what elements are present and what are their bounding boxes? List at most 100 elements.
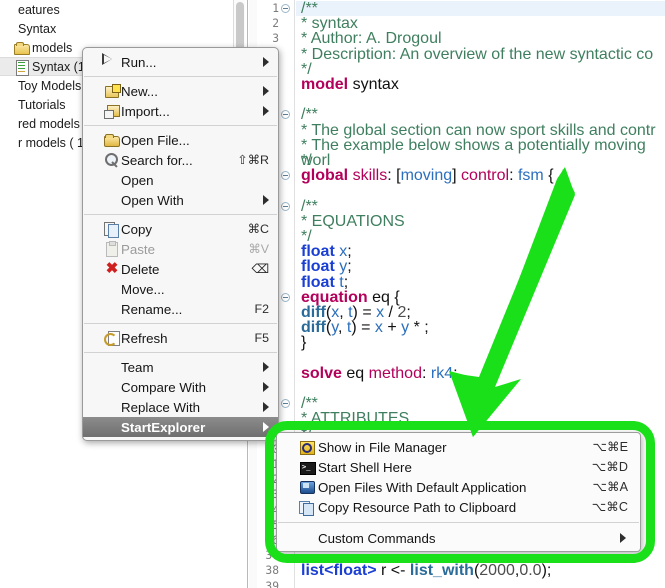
menu-item-shortcut: ⇧⌘R <box>237 153 269 167</box>
code-line[interactable]: solve eq method: rk4; <box>301 364 458 382</box>
navigator-item-label: eatures <box>18 2 60 17</box>
code-line[interactable]: } <box>301 334 307 352</box>
menu-item-search-for[interactable]: Search for... ⇧⌘R <box>83 150 278 170</box>
code-line[interactable]: */ <box>301 229 312 245</box>
chevron-right-icon <box>263 402 269 412</box>
fold-toggle-icon[interactable] <box>281 110 290 120</box>
chevron-right-icon <box>263 382 269 392</box>
import-icon <box>104 103 120 119</box>
code-line[interactable]: */ <box>301 153 312 169</box>
code-line[interactable]: */ <box>301 61 312 77</box>
code-token: 0.0 <box>519 562 542 580</box>
line-number: 34 <box>265 503 279 517</box>
startexplorer-submenu[interactable]: Show in File Manager ⌥⌘E >_ Start Shell Her… <box>276 432 641 552</box>
code-line[interactable]: * Description: An overview of the new sy… <box>301 46 653 62</box>
line-number: 31 <box>265 458 279 471</box>
navigator-item[interactable]: Syntax <box>0 19 247 38</box>
menu-item-start-shell-here[interactable]: >_ Start Shell Here ⌥⌘D <box>277 457 640 477</box>
menu-item-label: Open With <box>121 192 184 208</box>
code-token: 2000 <box>479 562 515 580</box>
menu-item-copy[interactable]: Copy ⌘C <box>83 219 278 239</box>
menu-item-show-in-file-manager[interactable]: Show in File Manager ⌥⌘E <box>277 437 640 457</box>
code-line[interactable]: float y; <box>301 259 352 275</box>
line-number: 32 <box>265 473 279 487</box>
menu-item-open-files-with-default-application[interactable]: Open Files With Default Application ⌥⌘A <box>277 477 640 497</box>
code-line[interactable]: /** <box>301 1 318 17</box>
fold-toggle-icon[interactable] <box>281 399 290 409</box>
code-line[interactable]: * syntax <box>301 16 358 32</box>
menu-item-label: Copy Resource Path to Clipboard <box>318 499 517 515</box>
menu-item-open-with[interactable]: Open With <box>83 190 278 210</box>
code-line[interactable]: global skills: [moving] control: fsm { <box>301 167 554 185</box>
folder-icon <box>14 40 30 56</box>
code-line[interactable]: * The global section can now sport skill… <box>301 122 656 138</box>
menu-item-new[interactable]: New... <box>83 81 278 101</box>
code-line[interactable]: list<float> r <- list_with(2000,0.0); <box>301 562 551 580</box>
code-token: moving <box>400 167 453 185</box>
code-line[interactable]: * Author: A. Drogoul <box>301 31 442 47</box>
gaml-file-icon <box>14 59 30 76</box>
line-number: 35 <box>265 518 279 532</box>
menu-item-startexplorer[interactable]: StartExplorer <box>83 417 278 437</box>
code-line[interactable]: float x; <box>301 244 352 260</box>
file-context-menu[interactable]: Run... New... Import... Open File... Search … <box>82 47 279 441</box>
menu-item-run[interactable]: Run... <box>83 52 278 72</box>
code-token: * ; <box>409 319 429 337</box>
fold-toggle-icon[interactable] <box>281 4 290 13</box>
code-token: ) = <box>351 319 375 337</box>
menu-item-team[interactable]: Team <box>83 357 278 377</box>
menu-item-label: StartExplorer <box>121 419 206 435</box>
code-token: ; <box>453 364 458 382</box>
menu-item-delete[interactable]: ✖ Delete ⌫ <box>83 259 278 279</box>
menu-item-rename[interactable]: Rename... F2 <box>83 299 278 319</box>
menu-item-label: Run... <box>121 54 157 70</box>
fold-toggle-icon[interactable] <box>281 292 290 302</box>
menu-item-open[interactable]: Open <box>83 170 278 190</box>
fold-toggle-icon[interactable] <box>281 201 290 211</box>
line-number: 39 <box>265 579 279 588</box>
code-token: * The example below shows a potentially … <box>301 136 646 169</box>
code-line[interactable]: diff(x, t) = x / 2; <box>301 305 411 321</box>
code-line[interactable]: model syntax <box>301 77 399 93</box>
menu-item-label: Replace With <box>121 399 201 415</box>
menu-item-copy-resource-path-to-clipboard[interactable]: Copy Resource Path to Clipboard ⌥⌘C <box>277 497 640 517</box>
code-token: : <box>387 167 397 185</box>
menu-item-compare-with[interactable]: Compare With <box>83 377 278 397</box>
search-icon <box>104 152 120 168</box>
code-line[interactable]: /** <box>301 107 318 123</box>
menu-item-paste[interactable]: Paste ⌘V <box>83 239 278 259</box>
code-token: x <box>374 319 383 337</box>
screen: eatures Syntax models Syntax (1.6).g Toy Mod… <box>0 0 665 588</box>
code-line[interactable]: /** <box>301 198 318 214</box>
code-token: : <box>509 167 518 185</box>
show-in-file-manager-icon <box>299 439 315 455</box>
code-token: ] <box>452 167 462 185</box>
line-number: 37 <box>265 549 279 563</box>
menu-item-refresh[interactable]: Refresh F5 <box>83 328 278 348</box>
code-line[interactable]: * ATTRIBUTES <box>301 411 409 427</box>
menu-item-move[interactable]: Move... <box>83 279 278 299</box>
current-line-highlight <box>296 1 665 17</box>
code-line[interactable]: equation eq { <box>301 289 400 305</box>
menu-item-custom-commands[interactable]: Custom Commands <box>277 528 640 548</box>
navigator-item[interactable]: eatures <box>0 0 247 19</box>
code-line[interactable]: * EQUATIONS <box>301 213 405 229</box>
menu-item-open-file[interactable]: Open File... <box>83 130 278 150</box>
menu-item-shortcut: ⌥⌘E <box>592 440 628 454</box>
delete-icon: ✖ <box>105 260 119 277</box>
menu-item-label: Paste <box>121 241 156 257</box>
menu-item-shortcut: F2 <box>254 302 269 316</box>
fold-toggle-icon[interactable] <box>281 171 290 181</box>
code-token: method <box>368 364 422 382</box>
menu-item-import[interactable]: Import... <box>83 101 278 121</box>
code-token: } <box>301 334 307 352</box>
blank-icon <box>0 78 16 94</box>
terminal-icon: >_ <box>299 459 316 475</box>
code-line[interactable]: diff(y, t) = x + y * ; <box>301 319 429 337</box>
code-line[interactable]: float t; <box>301 274 348 290</box>
code-line[interactable]: * The example below shows a potentially … <box>301 136 665 169</box>
code-line[interactable]: /** <box>301 396 318 412</box>
code-token: y <box>401 319 410 337</box>
menu-item-replace-with[interactable]: Replace With <box>83 397 278 417</box>
line-number: 38 <box>265 564 279 578</box>
